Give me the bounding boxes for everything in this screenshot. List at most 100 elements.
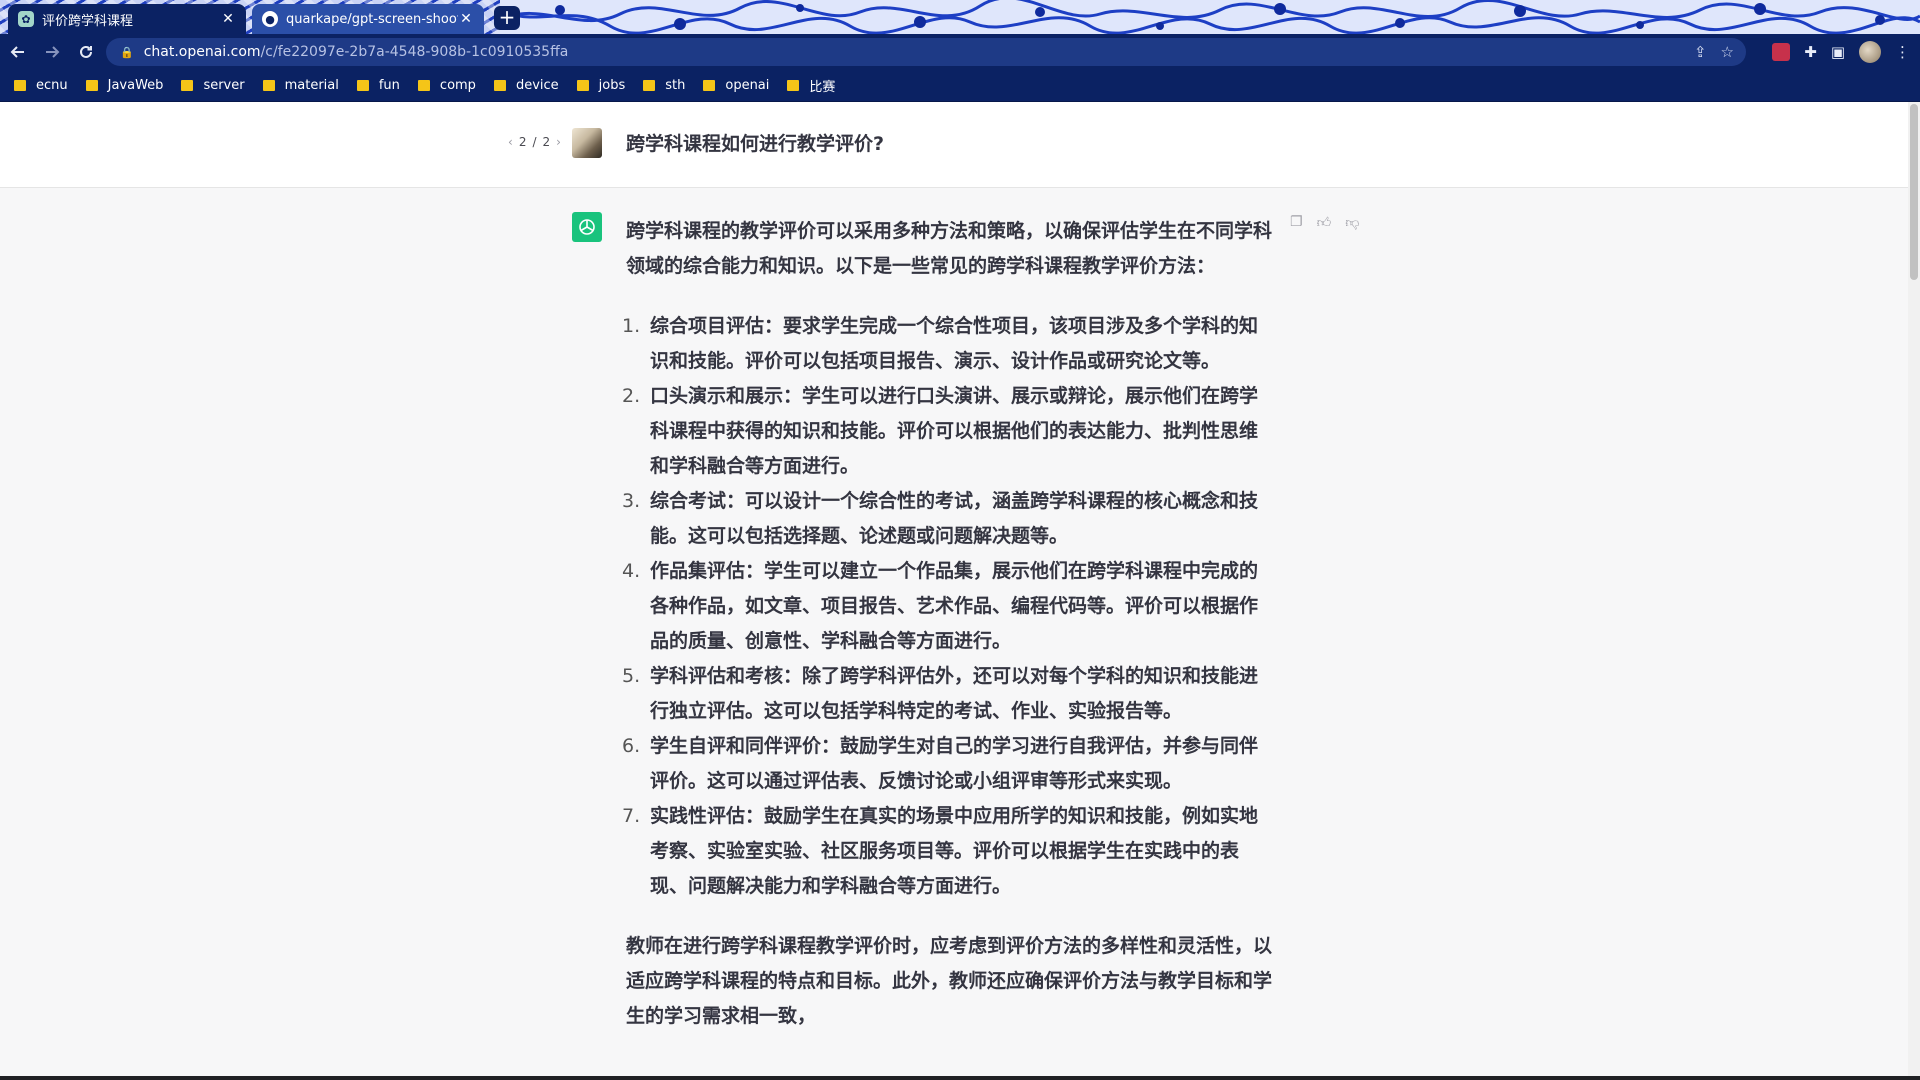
thumbs-up-icon[interactable]: 👍︎ (1317, 214, 1332, 231)
close-tab-icon[interactable]: ✕ (458, 11, 474, 27)
bookmark-folder[interactable]: fun (356, 78, 400, 93)
folder-icon (493, 80, 506, 91)
list-number: 6. (622, 735, 641, 757)
side-panel-icon[interactable]: ▣ (1831, 43, 1845, 61)
omnibox-actions: ⇪ ☆ (1694, 38, 1734, 66)
list-item: 6. 学生自评和同伴评价：鼓励学生对自己的学习进行自我评估，并参与同伴评价。这可以… (622, 729, 1272, 799)
bookmark-folder[interactable]: server (181, 78, 245, 93)
folder-icon (643, 80, 656, 91)
back-button[interactable] (2, 36, 34, 68)
list-item: 1. 综合项目评估：要求学生完成一个综合性项目，该项目涉及多个学科的知识和技能。评… (622, 309, 1272, 379)
assistant-answer: 跨学科课程的教学评价可以采用多种方法和策略，以确保评估学生在不同学科领域的综合能… (622, 214, 1273, 1059)
bookmark-label: sth (665, 78, 686, 93)
bookmark-label: jobs (598, 78, 626, 93)
list-number: 3. (622, 490, 641, 512)
theme-pattern (500, 0, 1920, 34)
bookmark-star-icon[interactable]: ☆ (1721, 43, 1734, 61)
list-item-text: 学生自评和同伴评价：鼓励学生对自己的学习进行自我评估，并参与同伴评价。这可以通过… (650, 735, 1259, 792)
bookmark-folder[interactable]: JavaWeb (85, 78, 164, 93)
url-path: /c/fe22097e-2b7a-4548-908b-1c0910535ffa (260, 44, 569, 60)
reload-button[interactable] (70, 36, 102, 68)
list-item-text: 综合项目评估：要求学生完成一个综合性项目，该项目涉及多个学科的知识和技能。评价可… (650, 315, 1259, 372)
list-number: 7. (622, 805, 641, 827)
response-pager: ‹ 2 / 2 › (508, 135, 561, 149)
tab-active[interactable]: ✿ 评价跨学科课程 ✕ (8, 4, 246, 34)
message-feedback: ❐ 👍︎ 👎︎ (1290, 214, 1359, 231)
pager-total: 2 (542, 135, 551, 149)
toolbar-extensions: ✚ ▣ ⋮ (1772, 38, 1910, 66)
list-item-text: 作品集评估：学生可以建立一个作品集，展示他们在跨学科课程中完成的各种作品，如文章… (650, 560, 1259, 652)
folder-icon (356, 80, 369, 91)
evaluation-methods-list: 1. 综合项目评估：要求学生完成一个综合性项目，该项目涉及多个学科的知识和技能。评… (622, 309, 1272, 904)
folder-icon (85, 80, 98, 91)
list-item-text: 综合考试：可以设计一个综合性的考试，涵盖跨学科课程的核心概念和技能。这可以包括选… (650, 490, 1259, 547)
list-item: 7. 实践性评估：鼓励学生在真实的场景中应用所学的知识和技能，例如实地考察、实验室… (622, 799, 1272, 904)
folder-icon (14, 80, 26, 91)
extension-icon[interactable] (1772, 43, 1791, 61)
folder-icon (181, 80, 194, 91)
scrollbar-thumb[interactable] (1910, 104, 1918, 280)
arrow-right-icon (46, 46, 60, 58)
window-bottom-edge (0, 1076, 1920, 1080)
bookmark-folder[interactable]: jobs (576, 78, 626, 93)
list-item: 3. 综合考试：可以设计一个综合性的考试，涵盖跨学科课程的核心概念和技能。这可以包… (622, 484, 1272, 554)
bookmark-folder[interactable]: ecnu (14, 78, 68, 93)
assistant-message-row: ❐ 👍︎ 👎︎ 跨学科课程的教学评价可以采用多种方法和策略，以确保评估学生在不同… (0, 188, 1908, 1078)
new-tab-button[interactable]: + (494, 6, 520, 30)
close-tab-icon[interactable]: ✕ (220, 11, 236, 27)
folder-icon (787, 80, 800, 91)
pager-separator: / (532, 135, 537, 149)
list-item-text: 口头演示和展示：学生可以进行口头演讲、展示或辩论，展示他们在跨学科课程中获得的知… (650, 385, 1259, 477)
chatgpt-favicon-icon: ✿ (18, 11, 34, 27)
list-number: 4. (622, 560, 641, 582)
bookmark-folder[interactable]: comp (417, 78, 476, 93)
tab-github[interactable]: ● quarkape/gpt-screen-shooter ✕ (252, 4, 484, 34)
copy-icon[interactable]: ❐ (1290, 214, 1303, 231)
bookmark-folder[interactable]: openai (703, 78, 769, 93)
bookmark-folder[interactable]: device (493, 78, 559, 93)
bookmark-label: server (203, 78, 245, 93)
tab-title: quarkape/gpt-screen-shooter (286, 11, 458, 27)
user-avatar (572, 128, 602, 158)
lock-icon: 🔒 (120, 45, 134, 59)
list-item: 2. 口头演示和展示：学生可以进行口头演讲、展示或辩论，展示他们在跨学科课程中获得… (622, 379, 1272, 484)
bookmark-label: openai (725, 78, 770, 93)
user-message-row: ‹ 2 / 2 › 跨学科课程如何进行教学评价? (0, 102, 1908, 188)
list-number: 1. (622, 315, 641, 337)
folder-icon (576, 80, 589, 91)
url-host: chat.openai.com (143, 44, 261, 60)
thumbs-down-icon[interactable]: 👎︎ (1345, 214, 1359, 231)
bookmark-folder[interactable]: sth (643, 78, 685, 93)
share-icon[interactable]: ⇪ (1694, 43, 1707, 61)
arrow-left-icon (10, 46, 24, 58)
browser-toolbar: 🔒 chat.openai.com/c/fe22097e-2b7a-4548-9… (0, 34, 1920, 70)
bookmark-label: JavaWeb (107, 78, 164, 93)
folder-icon (417, 80, 430, 91)
answer-intro: 跨学科课程的教学评价可以采用多种方法和策略，以确保评估学生在不同学科领域的综合能… (626, 220, 1273, 277)
tab-title: 评价跨学科课程 (42, 13, 134, 29)
list-item: 5. 学科评估和考核：除了跨学科评估外，还可以对每个学科的知识和技能进行独立评估。… (622, 659, 1272, 729)
bookmark-folder[interactable]: 比赛 (787, 76, 835, 95)
pager-current: 2 (518, 135, 527, 149)
list-item-text: 学科评估和考核：除了跨学科评估外，还可以对每个学科的知识和技能进行独立评估。这可… (650, 665, 1259, 722)
reload-icon (80, 45, 92, 58)
chevron-left-icon[interactable]: ‹ (508, 135, 513, 149)
chat-page: ‹ 2 / 2 › 跨学科课程如何进行教学评价? ❐ 👍︎ 👎︎ 跨学科课程的教… (0, 102, 1920, 1078)
forward-button[interactable] (36, 36, 68, 68)
list-number: 2. (622, 385, 641, 407)
menu-kebab-icon[interactable]: ⋮ (1895, 43, 1910, 61)
bookmark-label: material (284, 78, 339, 93)
user-message-text: 跨学科课程如何进行教学评价? (626, 133, 885, 155)
puzzle-icon[interactable]: ✚ (1804, 43, 1817, 61)
chatgpt-logo-icon (572, 212, 602, 242)
address-bar[interactable]: 🔒 chat.openai.com/c/fe22097e-2b7a-4548-9… (106, 38, 1746, 66)
chevron-right-icon[interactable]: › (556, 135, 561, 149)
bookmark-folder[interactable]: material (262, 78, 339, 93)
bookmarks-bar: ecnu JavaWeb server material fun comp de… (0, 70, 1920, 102)
list-number: 5. (622, 665, 641, 687)
profile-avatar[interactable] (1859, 41, 1881, 63)
bookmark-label: fun (378, 78, 400, 93)
bookmark-label: device (515, 78, 559, 93)
tab-strip: ✿ 评价跨学科课程 ✕ ● quarkape/gpt-screen-shoote… (0, 0, 1920, 34)
list-item: 4. 作品集评估：学生可以建立一个作品集，展示他们在跨学科课程中完成的各种作品，如… (622, 554, 1272, 659)
